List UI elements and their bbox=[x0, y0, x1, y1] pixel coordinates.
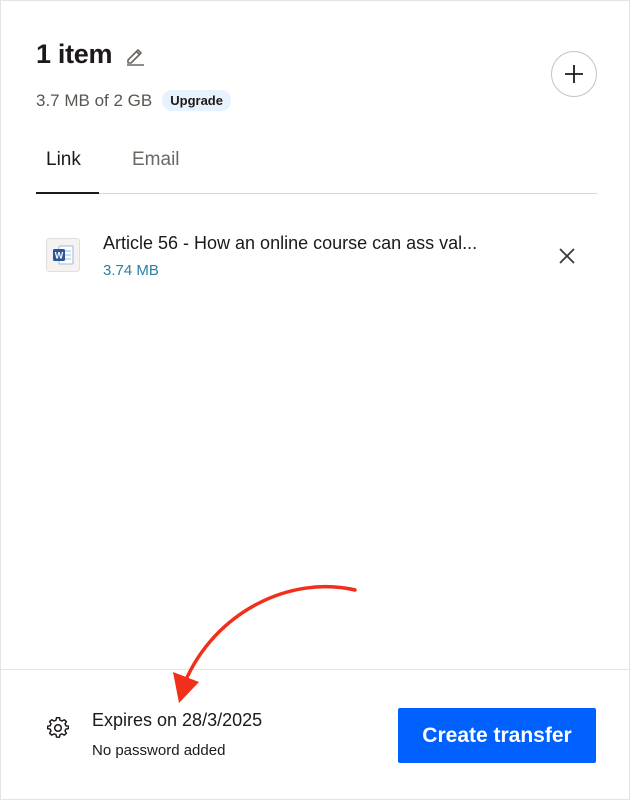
title-row: 1 item bbox=[36, 39, 231, 70]
gear-icon[interactable] bbox=[46, 716, 70, 739]
transfer-header: 1 item 3.7 MB of 2 GB Upgrade bbox=[36, 39, 231, 111]
svg-text:W: W bbox=[55, 251, 64, 261]
transfer-footer: Expires on 28/3/2025 No password added C… bbox=[1, 669, 629, 799]
active-tab-indicator bbox=[36, 192, 99, 194]
pencil-icon[interactable] bbox=[124, 44, 146, 66]
tab-link[interactable]: Link bbox=[46, 149, 81, 171]
item-count-title: 1 item bbox=[36, 39, 113, 69]
storage-quota: 3.7 MB of 2 GB bbox=[36, 90, 153, 110]
quota-row: 3.7 MB of 2 GB Upgrade bbox=[36, 90, 231, 111]
file-size: 3.74 MB bbox=[103, 262, 159, 279]
transfer-panel: 1 item 3.7 MB of 2 GB Upgrade Link Email bbox=[0, 0, 630, 800]
tab-email[interactable]: Email bbox=[132, 149, 180, 171]
password-status: No password added bbox=[92, 742, 226, 759]
share-method-tabs: Link Email bbox=[36, 141, 597, 194]
file-list-item: W Article 56 - How an online course can … bbox=[46, 233, 586, 283]
word-document-icon: W bbox=[46, 238, 80, 272]
close-icon[interactable] bbox=[556, 245, 578, 267]
add-files-button[interactable] bbox=[551, 51, 597, 97]
expiry-date[interactable]: Expires on 28/3/2025 bbox=[92, 710, 262, 731]
file-name: Article 56 - How an online course can as… bbox=[103, 233, 478, 253]
create-transfer-button[interactable]: Create transfer bbox=[398, 708, 596, 763]
upgrade-badge[interactable]: Upgrade bbox=[162, 90, 231, 111]
plus-icon bbox=[565, 65, 583, 83]
